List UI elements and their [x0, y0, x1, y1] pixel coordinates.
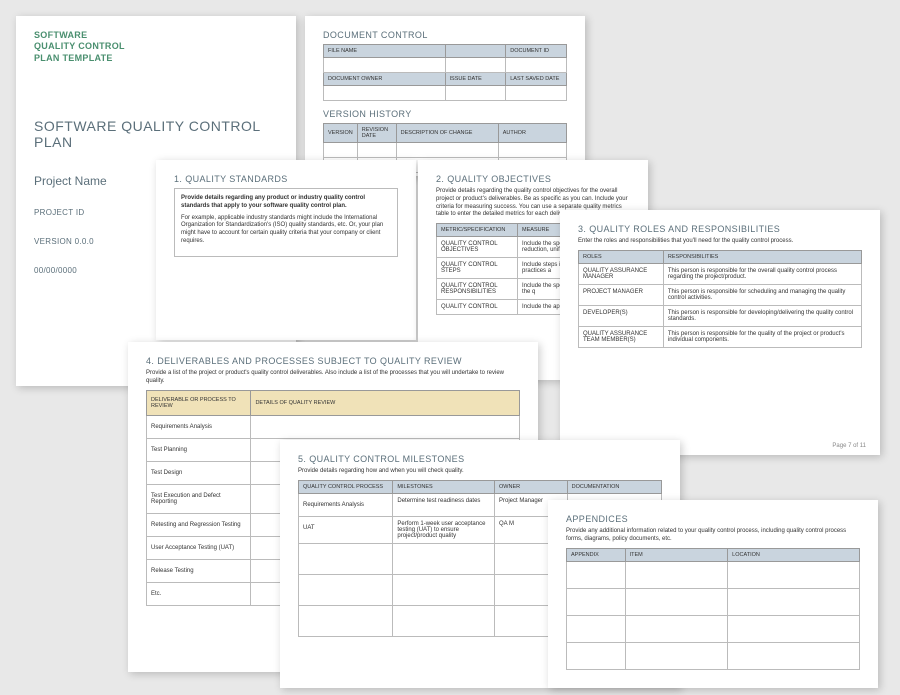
tpl-line3: PLAN TEMPLATE	[34, 53, 278, 64]
sec5-desc: Provide details regarding how and when y…	[298, 468, 662, 476]
tpl-line2: QUALITY CONTROL	[34, 41, 278, 52]
doc-control-table1: FILE NAMEDOCUMENT ID DOCUMENT OWNERISSUE…	[323, 44, 567, 101]
document-title: SOFTWARE QUALITY CONTROL PLAN	[34, 118, 278, 150]
version-history-heading: VERSION HISTORY	[323, 109, 567, 119]
sec3-page: 3. QUALITY ROLES AND RESPONSIBILITIES En…	[560, 210, 880, 455]
sec4-desc: Provide a list of the project or product…	[146, 370, 520, 386]
sec1-heading: 1. QUALITY STANDARDS	[174, 174, 398, 184]
tpl-line1: SOFTWARE	[34, 30, 278, 41]
sec3-table: ROLESRESPONSIBILITIES QUALITY ASSURANCE …	[578, 250, 862, 348]
sec3-heading: 3. QUALITY ROLES AND RESPONSIBILITIES	[578, 224, 862, 234]
sec5-heading: 5. QUALITY CONTROL MILESTONES	[298, 454, 662, 464]
sec1-p2: For example, applicable industry standar…	[181, 215, 391, 246]
appendix-heading: APPENDICES	[566, 514, 860, 524]
page-footer: Page 7 of 11	[832, 443, 866, 449]
sec3-desc: Enter the roles and responsibilities tha…	[578, 238, 862, 246]
sec1-p1: Provide details regarding any product or…	[181, 195, 391, 211]
appendix-table: APPENDIX ITEM LOCATION	[566, 548, 860, 670]
sec4-heading: 4. DELIVERABLES AND PROCESSES SUBJECT TO…	[146, 356, 520, 366]
doc-control-page: DOCUMENT CONTROL FILE NAMEDOCUMENT ID DO…	[305, 16, 585, 176]
doc-control-heading: DOCUMENT CONTROL	[323, 30, 567, 40]
template-heading: SOFTWARE QUALITY CONTROL PLAN TEMPLATE	[34, 30, 278, 64]
sec1-page: 1. QUALITY STANDARDS Provide details reg…	[156, 160, 416, 340]
appendix-desc: Provide any additional information relat…	[566, 528, 860, 544]
appendix-page: APPENDICES Provide any additional inform…	[548, 500, 878, 688]
sec2-heading: 2. QUALITY OBJECTIVES	[436, 174, 630, 184]
